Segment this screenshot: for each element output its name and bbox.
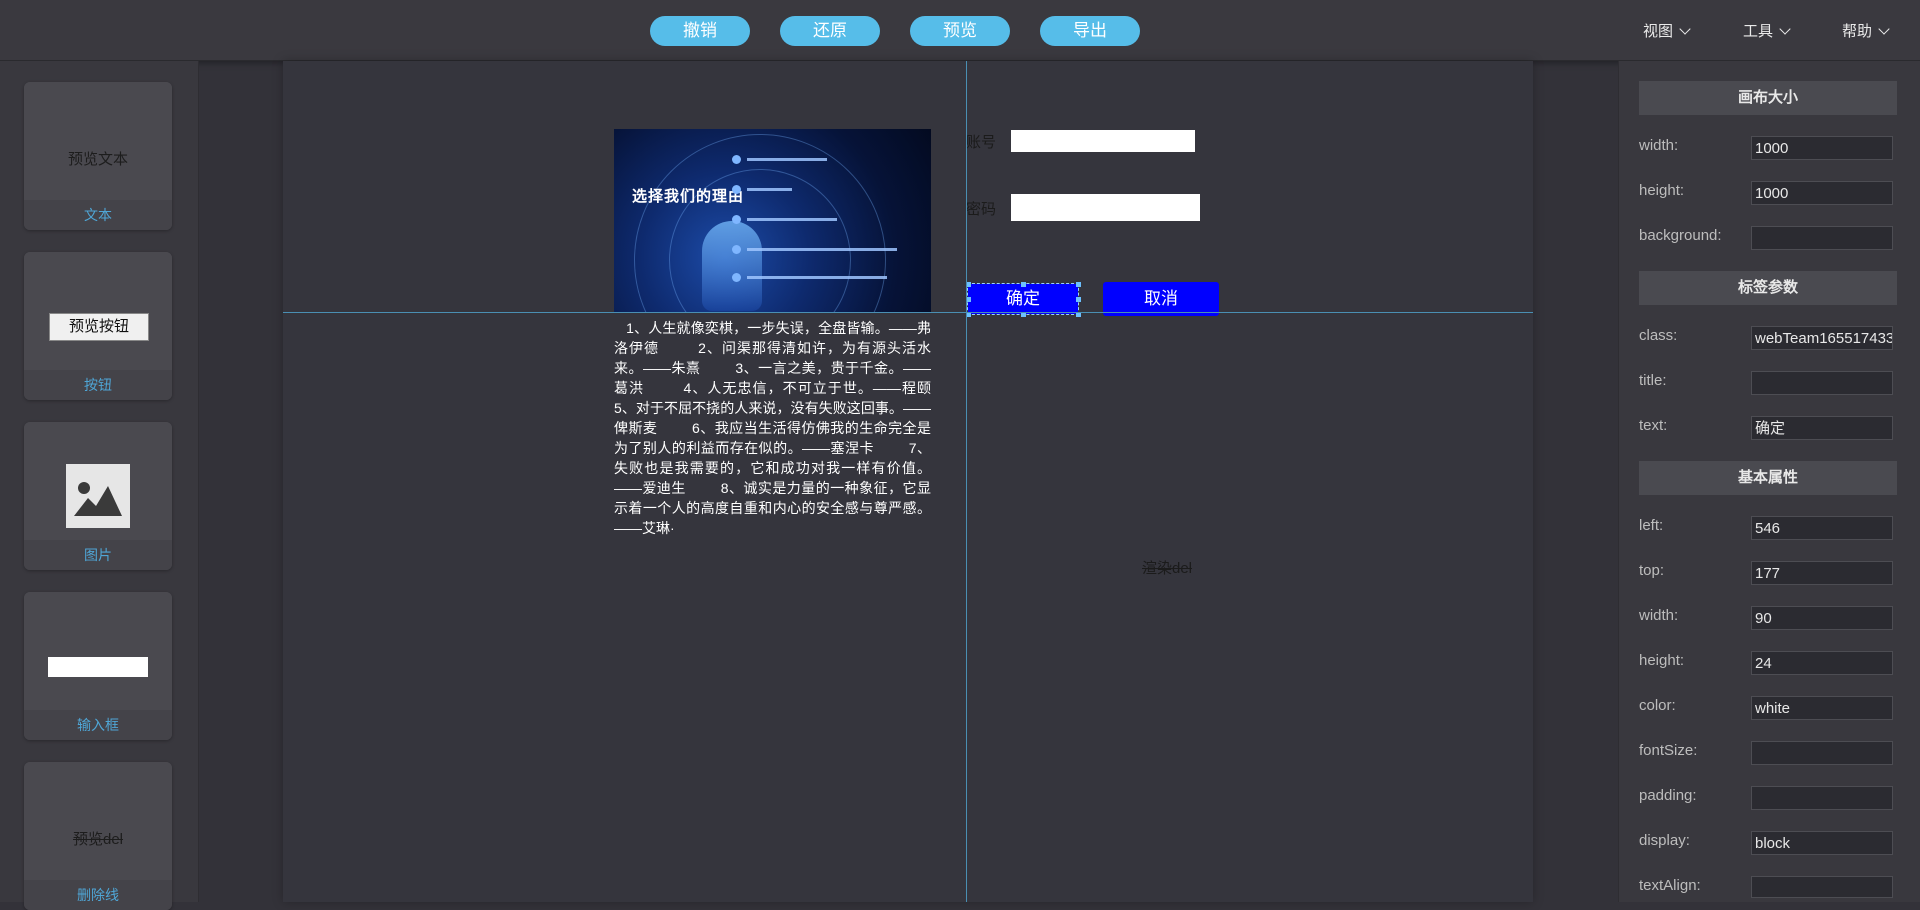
prop-left-input[interactable]: 546	[1751, 516, 1893, 540]
component-preview: 预览按钮	[24, 252, 172, 370]
prop-label-color: color:	[1639, 697, 1676, 714]
prop-width-input[interactable]: 90	[1751, 606, 1893, 630]
prop-canvas-height-input[interactable]: 1000	[1751, 181, 1893, 205]
prop-display-input[interactable]: block	[1751, 831, 1893, 855]
prop-textalign-input[interactable]	[1751, 876, 1893, 898]
prop-label-top: top:	[1639, 562, 1665, 579]
image-placeholder-icon	[66, 464, 130, 528]
component-label: 按钮	[24, 370, 172, 400]
prop-label-display: display:	[1639, 832, 1690, 849]
prop-top-input[interactable]: 177	[1751, 561, 1893, 585]
banner-bullet	[732, 269, 887, 283]
chevron-down-icon	[1779, 23, 1791, 35]
prop-label-text: text:	[1639, 417, 1668, 434]
prop-text-input[interactable]: 确定	[1751, 416, 1893, 440]
prop-fontsize-input[interactable]	[1751, 741, 1893, 765]
confirm-button[interactable]: 确定	[967, 283, 1079, 315]
prop-canvas-background-input[interactable]	[1751, 226, 1893, 250]
preview-button[interactable]: 预览	[910, 16, 1010, 46]
prop-label-class: class:	[1639, 327, 1678, 344]
resize-handle[interactable]	[1076, 282, 1081, 287]
component-sidebar: 预览文本 文本 预览按钮 按钮 图片 输入框 预览del 删除线	[0, 61, 199, 910]
prop-color-input[interactable]: white	[1751, 696, 1893, 720]
component-label: 输入框	[24, 710, 172, 740]
account-input[interactable]	[1011, 130, 1195, 152]
canvas-text-block[interactable]: 1、人生就像奕棋，一步失误，全盘皆输。——弗洛伊德 2、问渠那得清如许，为有源头…	[614, 318, 931, 538]
component-button[interactable]: 预览按钮 按钮	[24, 252, 172, 400]
redo-button[interactable]: 还原	[780, 16, 880, 46]
canvas-image[interactable]: 选择我们的理由	[614, 129, 931, 312]
export-button[interactable]: 导出	[1040, 16, 1140, 46]
component-strikethrough[interactable]: 预览del 删除线	[24, 762, 172, 910]
banner-bullet	[732, 151, 827, 165]
prop-label-padding: padding:	[1639, 787, 1697, 804]
preview-del-text: 预览del	[72, 831, 124, 848]
preview-button: 预览按钮	[49, 313, 149, 341]
component-preview	[24, 422, 172, 540]
prop-class-input[interactable]: webTeam1655174331	[1751, 326, 1893, 350]
component-text[interactable]: 预览文本 文本	[24, 82, 172, 230]
component-label: 图片	[24, 540, 172, 570]
alignment-guide-horizontal	[283, 312, 1533, 313]
prop-label-left: left:	[1639, 517, 1664, 534]
menu-help[interactable]: 帮助	[1842, 20, 1890, 41]
undo-button[interactable]: 撤销	[650, 16, 750, 46]
banner-bullet	[732, 241, 897, 255]
section-canvas-size: 画布大小	[1639, 81, 1897, 115]
component-preview	[24, 592, 172, 710]
prop-label-background: background:	[1639, 227, 1722, 244]
account-label: 账号	[966, 134, 997, 151]
component-preview: 预览文本	[24, 82, 172, 200]
prop-padding-input[interactable]	[1751, 786, 1893, 810]
component-label: 删除线	[24, 880, 172, 910]
menu-view[interactable]: 视图	[1643, 20, 1691, 41]
prop-height-input[interactable]: 24	[1751, 651, 1893, 675]
prop-label-width: width:	[1639, 137, 1679, 154]
banner-title: 选择我们的理由	[632, 188, 745, 205]
section-tag-params: 标签参数	[1639, 271, 1897, 305]
prop-label-width: width:	[1639, 607, 1679, 624]
hand-graphic	[702, 221, 762, 311]
cancel-button[interactable]: 取消	[1103, 282, 1219, 316]
alignment-guide-vertical	[966, 61, 967, 902]
preview-input	[48, 657, 148, 677]
prop-label-title: title:	[1639, 372, 1667, 389]
section-basic-props: 基本属性	[1639, 461, 1897, 495]
preview-text: 预览文本	[67, 151, 128, 168]
prop-canvas-width-input[interactable]: 1000	[1751, 136, 1893, 160]
component-input[interactable]: 输入框	[24, 592, 172, 740]
component-preview: 预览del	[24, 762, 172, 880]
banner-bullet	[732, 181, 792, 195]
canvas-del-text[interactable]: 渲染del	[1142, 557, 1192, 578]
prop-label-height: height:	[1639, 652, 1685, 669]
prop-label-textalign: textAlign:	[1639, 877, 1701, 894]
resize-handle[interactable]	[1076, 297, 1081, 302]
password-input[interactable]	[1011, 194, 1200, 221]
password-label: 密码	[966, 201, 997, 218]
menu-help-label: 帮助	[1842, 23, 1873, 40]
component-image[interactable]: 图片	[24, 422, 172, 570]
banner-bullet	[732, 211, 837, 225]
menu-tools-label: 工具	[1743, 23, 1774, 40]
menu-tools[interactable]: 工具	[1743, 20, 1791, 41]
top-toolbar: 撤销 还原 预览 导出 视图 工具 帮助	[0, 0, 1920, 61]
prop-title-input[interactable]	[1751, 371, 1893, 395]
resize-handle[interactable]	[1021, 282, 1026, 287]
component-label: 文本	[24, 200, 172, 230]
chevron-down-icon	[1878, 23, 1890, 35]
prop-label-height: height:	[1639, 182, 1685, 199]
prop-label-fontsize: fontSize:	[1639, 742, 1698, 759]
menu-view-label: 视图	[1643, 23, 1674, 40]
chevron-down-icon	[1679, 23, 1691, 35]
